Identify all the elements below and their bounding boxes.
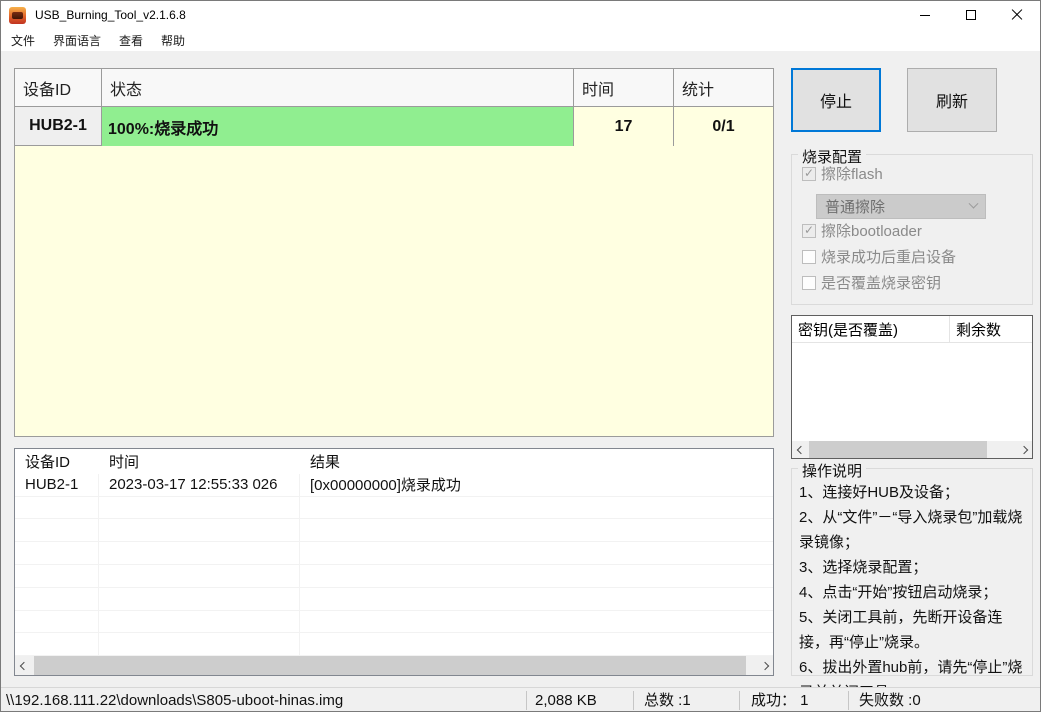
col-key: 密钥(是否覆盖) [792, 316, 950, 342]
col-time: 时间 [574, 69, 674, 106]
erase-bootloader-option[interactable]: 擦除bootloader [802, 220, 922, 241]
instructions-text: 1、连接好HUB及设备； 2、从“文件”－“导入烧录包”加载烧录镜像； 3、选择… [799, 480, 1029, 705]
key-table-hscrollbar[interactable] [792, 441, 1032, 458]
close-icon [1011, 9, 1023, 21]
erase-flash-option[interactable]: 擦除flash [802, 163, 883, 184]
instruction-line: 2、从“文件”－“导入烧录包”加载烧录镜像； [799, 509, 1023, 551]
minimize-button[interactable] [902, 1, 948, 29]
menu-language[interactable]: 界面语言 [44, 30, 110, 51]
erase-flash-label: 擦除flash [821, 166, 883, 183]
statusbar-divider [633, 691, 634, 710]
app-icon [9, 6, 26, 24]
log-row-empty [15, 519, 773, 543]
log-row-empty [15, 564, 773, 588]
log-result: [0x00000000]烧录成功 [310, 477, 461, 495]
title-bar: USB_Burning_Tool_v2.1.6.8 [1, 1, 1040, 29]
refresh-button[interactable]: 刷新 [907, 68, 997, 132]
device-row[interactable]: HUB2-1 100%:烧录成功 17 0/1 [15, 107, 773, 146]
log-hscrollbar[interactable] [15, 656, 773, 675]
log-col-result: 结果 [310, 453, 341, 471]
erase-mode-value: 普通擦除 [825, 199, 886, 216]
instruction-line: 5、关闭工具前，先断开设备连接，再“停止”烧录。 [799, 609, 1003, 651]
overwrite-key-label: 是否覆盖烧录密钥 [821, 275, 942, 292]
menu-bar: 文件 界面语言 查看 帮助 [1, 29, 1040, 51]
maximize-button[interactable] [948, 1, 994, 29]
scroll-left-icon[interactable] [15, 656, 32, 675]
menu-view[interactable]: 查看 [110, 30, 152, 51]
scroll-left-icon[interactable] [792, 441, 809, 458]
log-table: 设备ID 时间 结果 HUB2-1 2023-03-17 12:55:33 02… [14, 448, 774, 676]
burn-config-group: 烧录配置 擦除flash 普通擦除 擦除bootloader 烧录成功后重启设备… [791, 146, 1033, 305]
reboot-after-option[interactable]: 烧录成功后重启设备 [802, 246, 956, 267]
log-col-device-id: 设备ID [25, 453, 71, 471]
log-row-empty [15, 587, 773, 611]
window-controls [902, 1, 1040, 29]
burn-time: 17 [574, 107, 674, 146]
burn-progress-status: 100%:烧录成功 [102, 107, 574, 146]
log-row[interactable]: HUB2-1 2023-03-17 12:55:33 026 [0x000000… [15, 473, 773, 497]
device-table-header: 设备ID 状态 时间 统计 [15, 69, 773, 107]
erase-mode-dropdown[interactable]: 普通擦除 [816, 194, 986, 219]
scroll-right-icon[interactable] [1015, 441, 1032, 458]
window-title: USB_Burning_Tool_v2.1.6.8 [35, 8, 186, 22]
log-time: 2023-03-17 12:55:33 026 [99, 473, 300, 496]
instructions-group: 操作说明 1、连接好HUB及设备； 2、从“文件”－“导入烧录包”加载烧录镜像；… [791, 460, 1033, 701]
log-row-empty [15, 496, 773, 520]
log-row-empty [15, 542, 773, 565]
col-device-id: 设备ID [15, 69, 102, 106]
menu-help[interactable]: 帮助 [152, 30, 194, 51]
instructions-title: 操作说明 [798, 460, 867, 481]
app-window: USB_Burning_Tool_v2.1.6.8 文件 界面语言 查看 帮助 … [0, 0, 1041, 712]
chevron-down-icon [968, 198, 979, 209]
stop-button[interactable]: 停止 [791, 68, 881, 132]
device-table: 设备ID 状态 时间 统计 HUB2-1 100%:烧录成功 17 0/1 [14, 68, 774, 437]
erase-flash-checkbox[interactable] [802, 166, 816, 181]
instruction-line: 3、选择烧录配置； [799, 559, 928, 576]
success-count: 成功： 1 [751, 692, 809, 709]
log-row-empty [15, 610, 773, 634]
overwrite-key-checkbox[interactable] [802, 275, 816, 290]
statusbar-divider [739, 691, 740, 710]
log-device-id: HUB2-1 [15, 473, 99, 496]
device-id: HUB2-1 [15, 107, 102, 146]
minimize-icon [920, 14, 930, 16]
key-table-header: 密钥(是否覆盖) 剩余数 [792, 316, 1032, 343]
image-size: 2,088 KB [535, 692, 597, 709]
failed-count: 失败数 :0 [859, 692, 921, 709]
key-scroll-thumb[interactable] [809, 441, 987, 458]
log-table-header: 设备ID 时间 结果 [15, 449, 773, 474]
col-status: 状态 [102, 69, 574, 106]
reboot-after-checkbox[interactable] [802, 249, 816, 264]
instruction-line: 4、点击“开始”按钮启动烧录； [799, 584, 998, 601]
total-count: 总数 :1 [644, 692, 691, 709]
status-bar: \\192.168.111.22\downloads\S805-uboot-hi… [1, 687, 1040, 711]
log-col-time: 时间 [109, 453, 140, 471]
burn-stats: 0/1 [674, 107, 773, 146]
reboot-after-label: 烧录成功后重启设备 [821, 249, 957, 266]
erase-bootloader-checkbox[interactable] [802, 223, 816, 238]
device-table-empty-area [15, 146, 773, 436]
menu-file[interactable]: 文件 [2, 30, 44, 51]
log-row-empty [15, 633, 773, 657]
key-table: 密钥(是否覆盖) 剩余数 [791, 315, 1033, 459]
close-button[interactable] [994, 1, 1040, 29]
log-scroll-thumb[interactable] [34, 656, 746, 675]
statusbar-divider [526, 691, 527, 710]
overwrite-key-option[interactable]: 是否覆盖烧录密钥 [802, 272, 941, 293]
maximize-icon [966, 10, 976, 20]
key-table-body [792, 343, 1032, 441]
statusbar-divider [848, 691, 849, 710]
col-remaining: 剩余数 [956, 321, 1002, 339]
image-path: \\192.168.111.22\downloads\S805-uboot-hi… [6, 692, 344, 709]
erase-bootloader-label: 擦除bootloader [821, 223, 922, 240]
col-stats: 统计 [682, 81, 715, 99]
scroll-right-icon[interactable] [756, 656, 773, 675]
instruction-line: 1、连接好HUB及设备； [799, 484, 960, 501]
